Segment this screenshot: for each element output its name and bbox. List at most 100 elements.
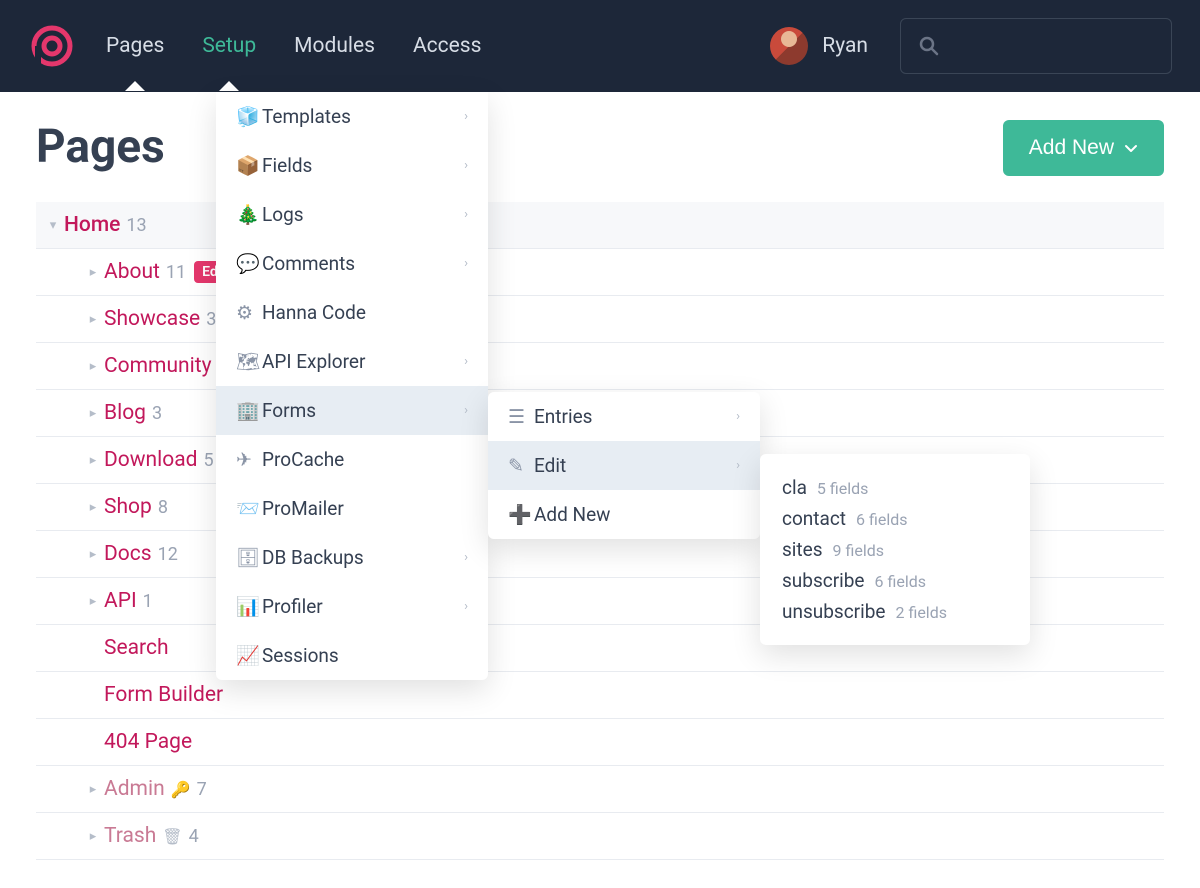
setup-menu-item[interactable]: ✈ProCache (216, 435, 488, 484)
tree-row[interactable]: ▸About11Edit (36, 249, 1164, 296)
setup-menu-item[interactable]: 📦Fields› (216, 141, 488, 190)
setup-menu-item[interactable]: 💬Comments› (216, 239, 488, 288)
menu-item-icon: ✎ (508, 454, 534, 477)
chevron-right-icon: › (464, 158, 468, 173)
add-new-button[interactable]: Add New (1003, 120, 1164, 176)
app-logo[interactable] (28, 22, 76, 70)
chevron-right-icon: › (736, 458, 740, 473)
caret-right-icon: ▸ (84, 782, 102, 797)
tree-home[interactable]: ▾ Home 13 (36, 202, 1164, 249)
tree-count: 5 (204, 450, 214, 471)
tree-label[interactable]: Home (64, 213, 120, 237)
form-list-item[interactable]: subscribe6 fields (782, 565, 1008, 596)
tree-row[interactable]: ▸Community7 (36, 343, 1164, 390)
caret-right-icon: ▸ (84, 547, 102, 562)
caret-right-icon: ▸ (84, 500, 102, 515)
search-icon (919, 36, 939, 56)
setup-menu-item[interactable]: 🗺API Explorer› (216, 337, 488, 386)
setup-menu-item[interactable]: 📊Profiler› (216, 582, 488, 631)
chevron-right-icon: › (464, 109, 468, 124)
tree-label[interactable]: Admin (104, 777, 165, 801)
forms-menu-item[interactable]: ✎Edit› (488, 441, 760, 490)
tree-label[interactable]: About (104, 260, 160, 284)
form-field-count: 5 fields (817, 479, 868, 498)
menu-item-label: API Explorer (262, 350, 464, 373)
tree-label[interactable]: Blog (104, 401, 146, 425)
chevron-right-icon: › (736, 409, 740, 424)
search-box[interactable] (900, 18, 1172, 74)
menu-item-icon: ☰ (508, 405, 534, 428)
forms-menu-item[interactable]: ☰Entries› (488, 392, 760, 441)
caret-right-icon: ▸ (84, 265, 102, 280)
chevron-right-icon: › (464, 599, 468, 614)
tree-label[interactable]: Showcase (104, 307, 200, 331)
setup-menu-item[interactable]: ⚙Hanna Code (216, 288, 488, 337)
menu-item-label: ProMailer (262, 497, 468, 520)
tree-label[interactable]: 404 Page (104, 730, 192, 754)
nav-access[interactable]: Access (413, 2, 482, 90)
nav-setup[interactable]: Setup (202, 2, 256, 90)
setup-dropdown: 🧊Templates›📦Fields›🎄Logs›💬Comments›⚙Hann… (216, 92, 488, 680)
menu-item-icon: 🗄 (236, 546, 262, 569)
nav-pages[interactable]: Pages (106, 2, 164, 90)
user-menu[interactable]: Ryan (770, 27, 868, 65)
caret-right-icon: ▸ (84, 453, 102, 468)
tree-row[interactable]: ▸Trash🗑4 (36, 813, 1164, 860)
tree-label[interactable]: Docs (104, 542, 152, 566)
form-field-count: 2 fields (895, 603, 946, 622)
form-list-item[interactable]: contact6 fields (782, 503, 1008, 534)
caret-right-icon: ▸ (84, 406, 102, 421)
menu-item-label: Fields (262, 154, 464, 177)
tree-row[interactable]: ▸Admin🔑7 (36, 766, 1164, 813)
caret-right-icon: ▸ (84, 359, 102, 374)
tree-label[interactable]: Trash (104, 824, 156, 848)
search-input[interactable] (949, 36, 1153, 57)
primary-nav: Pages Setup Modules Access (106, 2, 481, 90)
tree-label[interactable]: Shop (104, 495, 152, 519)
caret-right-icon: ▸ (84, 594, 102, 609)
username: Ryan (822, 34, 868, 58)
menu-item-icon: 🏢 (236, 399, 262, 422)
form-list-item[interactable]: sites9 fields (782, 534, 1008, 565)
tree-label[interactable]: Form Builder (104, 683, 223, 707)
setup-menu-item[interactable]: 🎄Logs› (216, 190, 488, 239)
tree-row[interactable]: 404 Page (36, 719, 1164, 766)
menu-item-icon: 📈 (236, 644, 262, 667)
caret-down-icon: ▾ (44, 218, 62, 233)
menu-item-icon: ✈ (236, 448, 262, 471)
edit-forms-submenu: cla5 fieldscontact6 fieldssites9 fieldss… (760, 454, 1030, 645)
tree-row[interactable]: Form Builder (36, 672, 1164, 719)
menu-item-icon: 📊 (236, 595, 262, 618)
tree-label[interactable]: Search (104, 636, 169, 660)
key-icon: 🔑 (171, 780, 191, 799)
menu-item-label: Sessions (262, 644, 468, 667)
menu-item-label: Edit (534, 454, 736, 477)
form-list-item[interactable]: cla5 fields (782, 472, 1008, 503)
forms-menu-item[interactable]: ➕Add New (488, 490, 760, 539)
forms-submenu: ☰Entries›✎Edit›➕Add New (488, 392, 760, 539)
setup-menu-item[interactable]: 🗄DB Backups› (216, 533, 488, 582)
menu-item-icon: 🧊 (236, 105, 262, 128)
tree-row[interactable]: ▸Showcase 3 (36, 296, 1164, 343)
tree-count: 3 (206, 309, 216, 330)
caret-right-icon: ▸ (84, 312, 102, 327)
tree-label[interactable]: API (104, 589, 137, 613)
trash-icon: 🗑 (162, 827, 182, 846)
nav-modules[interactable]: Modules (294, 2, 375, 90)
form-list-item[interactable]: unsubscribe2 fields (782, 596, 1008, 627)
form-field-count: 9 fields (833, 541, 884, 560)
top-navigation-bar: Pages Setup Modules Access Ryan (0, 0, 1200, 92)
menu-item-icon: 🗺 (236, 350, 262, 373)
setup-menu-item[interactable]: 📈Sessions (216, 631, 488, 680)
menu-item-icon: 💬 (236, 252, 262, 275)
tree-label[interactable]: Community (104, 354, 212, 378)
chevron-right-icon: › (464, 550, 468, 565)
setup-menu-item[interactable]: 📨ProMailer (216, 484, 488, 533)
setup-menu-item[interactable]: 🏢Forms› (216, 386, 488, 435)
chevron-right-icon: › (464, 256, 468, 271)
avatar (770, 27, 808, 65)
tree-label[interactable]: Download (104, 448, 198, 472)
setup-menu-item[interactable]: 🧊Templates› (216, 92, 488, 141)
chevron-right-icon: › (464, 354, 468, 369)
menu-item-icon: ⚙ (236, 301, 262, 324)
